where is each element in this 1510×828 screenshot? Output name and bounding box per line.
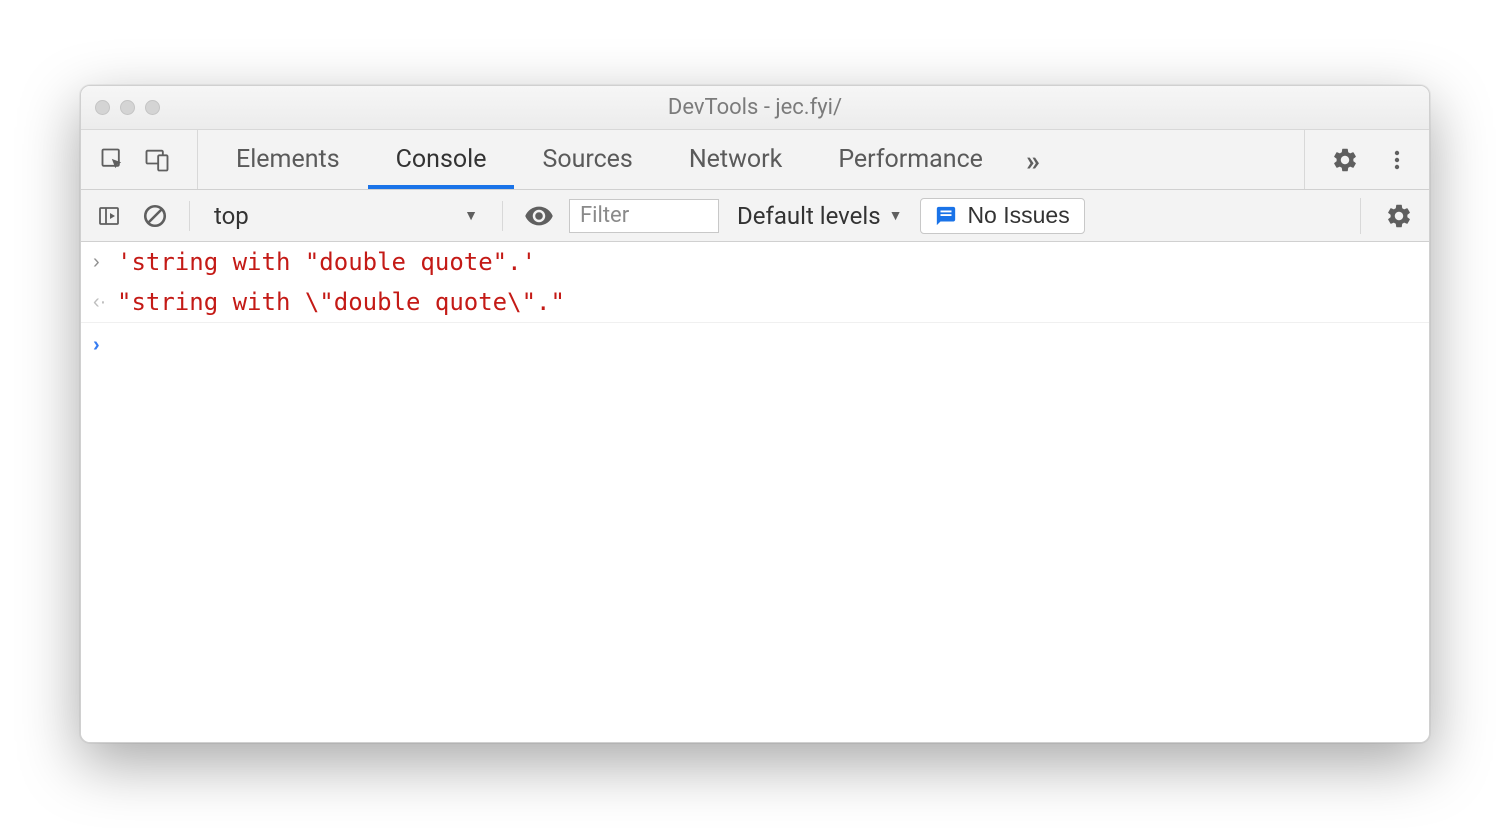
kebab-menu-icon[interactable] [1375,130,1419,190]
console-toolbar: top ▼ Default levels ▼ No Issues [81,190,1429,242]
tab-network[interactable]: Network [661,130,810,189]
tabbar-left-icons [91,130,198,189]
tabbar-right-icons [1304,130,1419,189]
clear-console-icon[interactable] [137,198,173,234]
live-expression-eye-icon[interactable] [519,198,559,234]
console-prompt-line[interactable]: › [81,323,1429,365]
chevron-down-icon: ▼ [464,207,478,224]
toolbar-divider [502,201,503,231]
settings-gear-icon[interactable] [1323,130,1367,190]
filter-input[interactable] [569,199,719,233]
console-input-echo-line[interactable]: › 'string with "double quote".' [81,242,1429,282]
execution-context-label: top [214,202,249,230]
close-light[interactable] [95,100,110,115]
window-titlebar: DevTools - jec.fyi/ [81,86,1429,130]
subbar-right [1360,198,1419,234]
more-tabs-icon[interactable]: » [1011,130,1055,190]
console-output-area[interactable]: › 'string with "double quote".' ‹· "stri… [81,242,1429,742]
console-input-text: 'string with "double quote".' [117,248,1417,276]
execution-context-selector[interactable]: top ▼ [206,202,486,230]
toolbar-divider [189,201,190,231]
issues-button[interactable]: No Issues [920,198,1084,234]
input-chevron-icon: › [93,248,117,274]
log-levels-selector[interactable]: Default levels ▼ [729,202,910,230]
tab-performance[interactable]: Performance [810,130,1011,189]
tab-sources[interactable]: Sources [514,130,660,189]
traffic-lights [95,100,160,115]
chevron-down-icon: ▼ [889,207,903,224]
device-toolbar-icon[interactable] [135,130,179,190]
console-output-line[interactable]: ‹· "string with \"double quote\"." [81,282,1429,323]
devtools-window: DevTools - jec.fyi/ Elements Console Sou… [80,85,1430,743]
output-chevron-icon: ‹· [93,288,117,314]
inspect-element-icon[interactable] [91,130,135,190]
tab-elements[interactable]: Elements [208,130,368,189]
window-title: DevTools - jec.fyi/ [95,95,1415,120]
sidebar-toggle-icon[interactable] [91,198,127,234]
main-tabbar: Elements Console Sources Network Perform… [81,130,1429,190]
console-settings-gear-icon[interactable] [1379,198,1419,234]
issues-speech-icon [935,205,957,227]
minimize-light[interactable] [120,100,135,115]
zoom-light[interactable] [145,100,160,115]
log-levels-label: Default levels [737,202,881,230]
console-output-text: "string with \"double quote\"." [117,288,1417,316]
issues-label: No Issues [967,202,1069,229]
tab-console[interactable]: Console [368,130,515,189]
tabs-container: Elements Console Sources Network Perform… [208,130,1294,189]
prompt-chevron-icon: › [93,331,117,357]
